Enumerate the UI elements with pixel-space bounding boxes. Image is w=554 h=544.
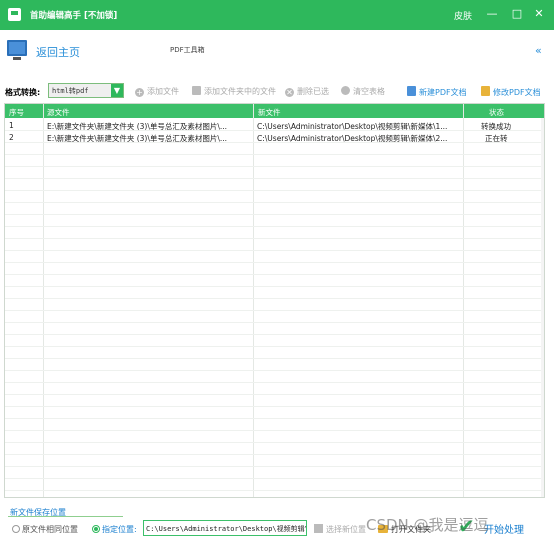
row-divider [5, 322, 544, 323]
skin-button[interactable]: 皮肤 [454, 9, 472, 22]
radio-checked-icon [92, 525, 100, 533]
row-divider [5, 478, 544, 479]
column-header-target: 新文件 [258, 108, 281, 117]
row-divider [5, 286, 544, 287]
radio-same-location[interactable]: 原文件相同位置 [12, 524, 78, 535]
title-bar: 首助编辑高手 [不加锁] 皮肤 — □ ✕ [0, 0, 554, 30]
page-label: PDF工具箱 [170, 46, 205, 54]
row-divider [5, 346, 544, 347]
choose-location-button[interactable]: 选择新位置 [314, 524, 366, 535]
save-path-input[interactable]: C:\Users\Administrator\Desktop\视频剪辑\新 [143, 520, 307, 536]
row-divider [5, 334, 544, 335]
row-divider [5, 358, 544, 359]
folder-icon [314, 524, 323, 533]
delete-selected-button[interactable]: ✕ 删除已选 [285, 86, 329, 98]
row-index: 1 [9, 121, 14, 130]
row-divider [5, 418, 544, 419]
watermark: CSDN @我是逗逗 [366, 516, 489, 534]
row-divider [5, 202, 544, 203]
file-table: 序号 源文件 新文件 状态 1 E:\新建文件夹\新建文件夹 (3)\单号总汇及… [4, 103, 545, 498]
row-divider [5, 370, 544, 371]
format-select[interactable]: html转pdf ▼ [48, 83, 124, 98]
format-label: 格式转换: [5, 88, 41, 97]
row-divider [5, 226, 544, 227]
collapse-icon[interactable]: « [535, 44, 542, 57]
row-divider [5, 190, 544, 191]
top-bar [0, 30, 554, 76]
row-divider [5, 250, 544, 251]
row-divider [5, 382, 544, 383]
row-divider [5, 394, 544, 395]
close-icon[interactable]: ✕ [531, 6, 547, 22]
row-divider [5, 142, 544, 143]
start-button-label: 开始处理 [484, 525, 524, 536]
row-divider [5, 166, 544, 167]
edit-icon [481, 86, 490, 96]
row-divider [5, 262, 544, 263]
divider [8, 516, 123, 517]
row-divider [5, 238, 544, 239]
row-divider [5, 154, 544, 155]
column-divider [253, 104, 254, 497]
clear-table-button[interactable]: 清空表格 [341, 86, 385, 98]
document-icon [407, 86, 416, 96]
add-folder-files-button[interactable]: 添加文件夹中的文件 [192, 86, 276, 98]
row-divider [5, 178, 544, 179]
row-index: 2 [9, 133, 14, 142]
column-header-source: 源文件 [47, 108, 70, 117]
row-divider [5, 130, 544, 131]
column-header-index: 序号 [9, 108, 24, 117]
row-divider [5, 430, 544, 431]
radio-unchecked-icon [12, 525, 20, 533]
app-logo-icon [8, 8, 21, 21]
clear-icon [341, 86, 350, 95]
format-select-value: html转pdf [52, 87, 89, 95]
delete-icon: ✕ [285, 88, 294, 97]
column-divider [43, 104, 44, 497]
window-title: 首助编辑高手 [不加锁] [30, 11, 118, 21]
minimize-icon[interactable]: — [484, 6, 500, 22]
row-divider [5, 466, 544, 467]
row-divider [5, 406, 544, 407]
row-divider [5, 274, 544, 275]
edit-pdf-button[interactable]: 修改PDF文档 [481, 86, 541, 98]
plus-icon: + [135, 88, 144, 97]
monitor-icon[interactable] [7, 40, 27, 60]
row-divider [5, 310, 544, 311]
column-header-status: 状态 [489, 108, 504, 117]
back-home-link[interactable]: 返回主页 [36, 44, 80, 60]
chevron-down-icon[interactable]: ▼ [111, 84, 123, 97]
maximize-icon[interactable]: □ [509, 6, 525, 22]
column-divider [463, 104, 464, 497]
row-divider [5, 454, 544, 455]
add-file-button[interactable]: + 添加文件 [135, 86, 179, 98]
folder-icon [192, 86, 201, 95]
row-divider [5, 442, 544, 443]
scrollbar[interactable] [541, 118, 544, 497]
row-divider [5, 490, 544, 491]
row-divider [5, 298, 544, 299]
radio-custom-location[interactable]: 指定位置: [92, 524, 137, 535]
row-divider [5, 214, 544, 215]
new-pdf-button[interactable]: 新建PDF文档 [407, 86, 467, 98]
